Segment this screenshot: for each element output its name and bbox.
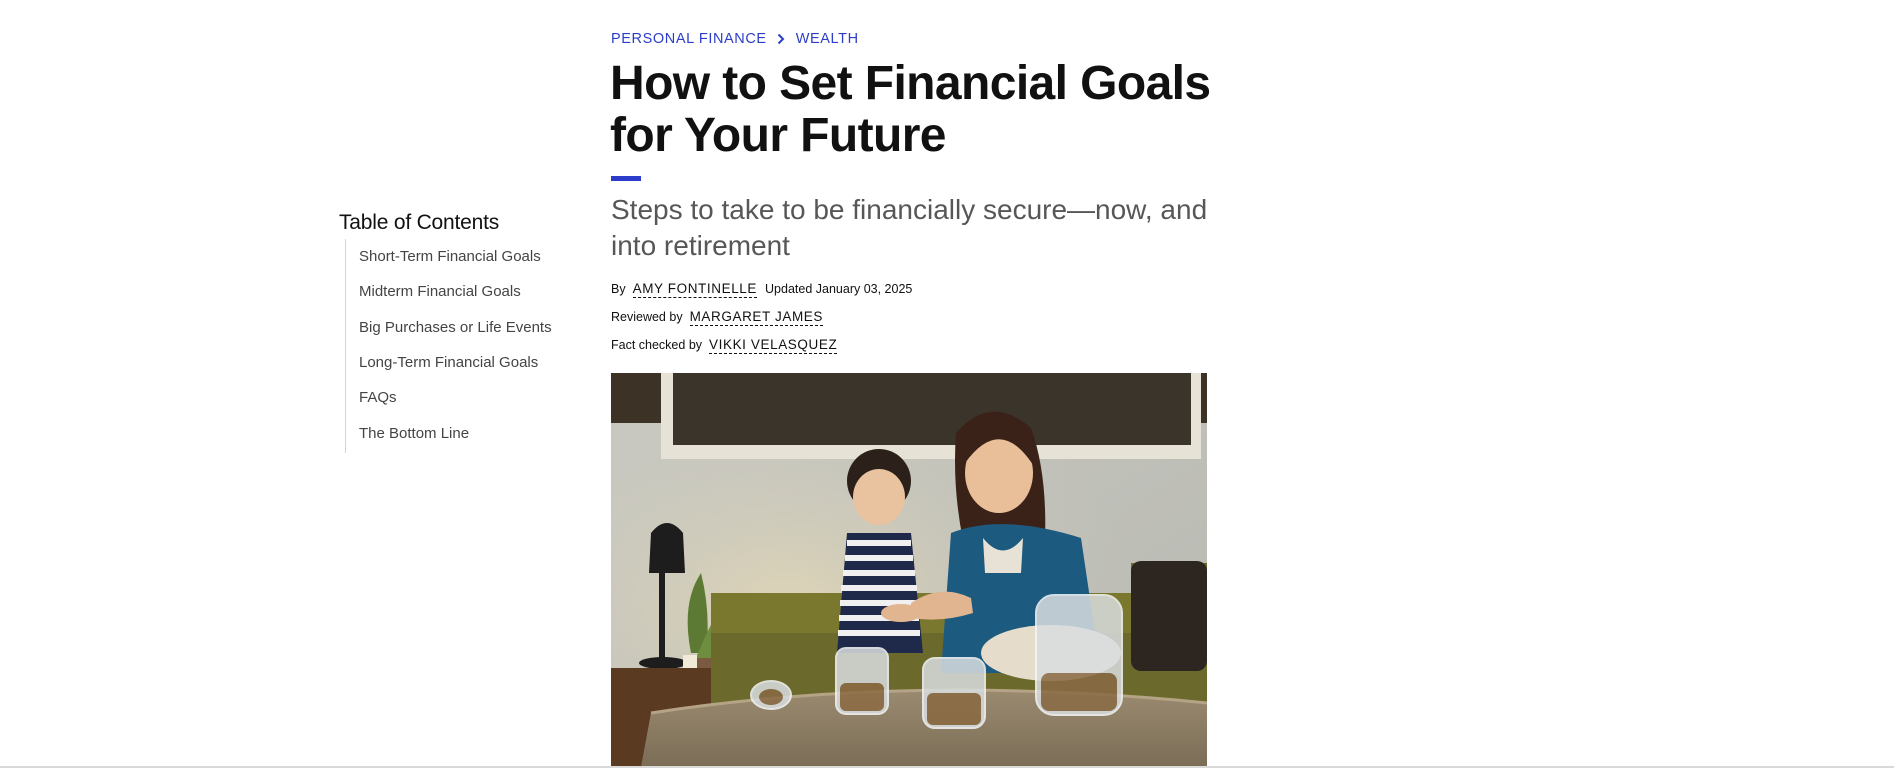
- author-link[interactable]: AMY FONTINELLE: [632, 281, 758, 298]
- toc-item: The Bottom Line: [346, 415, 579, 450]
- breadcrumb-link-personal-finance[interactable]: PERSONAL FINANCE: [611, 31, 767, 47]
- toc-link-bottom-line[interactable]: The Bottom Line: [359, 425, 469, 442]
- hero-image: [611, 373, 1207, 767]
- reviewed-by-label: Reviewed by: [611, 310, 683, 324]
- fact-checker-link[interactable]: VIKKI VELASQUEZ: [709, 337, 838, 354]
- toc-list: Short-Term Financial Goals Midterm Finan…: [345, 239, 579, 453]
- fact-checked-by-label: Fact checked by: [611, 338, 703, 352]
- toc-item: Midterm Financial Goals: [346, 274, 579, 309]
- page-subtitle: Steps to take to be financially secure—n…: [611, 194, 1208, 261]
- toc-item: FAQs: [346, 380, 579, 415]
- byline-reviewer-row: Reviewed by MARGARET JAMES: [611, 309, 823, 326]
- table-of-contents: Table of Contents Short-Term Financial G…: [339, 210, 579, 453]
- toc-link-big-purchases[interactable]: Big Purchases or Life Events: [359, 319, 552, 336]
- toc-item: Short-Term Financial Goals: [346, 239, 579, 274]
- toc-item: Big Purchases or Life Events: [346, 310, 579, 345]
- byline-author-row: By AMY FONTINELLE Updated January 03, 20…: [611, 281, 912, 298]
- toc-heading: Table of Contents: [339, 211, 500, 234]
- breadcrumb-link-wealth[interactable]: WEALTH: [796, 31, 859, 47]
- page-title: How to Set Financial Goals for Your Futu…: [610, 57, 1211, 162]
- reviewer-link[interactable]: MARGARET JAMES: [689, 309, 823, 326]
- toc-link-short-term[interactable]: Short-Term Financial Goals: [359, 248, 541, 265]
- by-label: By: [611, 282, 626, 296]
- toc-link-long-term[interactable]: Long-Term Financial Goals: [359, 354, 538, 371]
- toc-item: Long-Term Financial Goals: [346, 345, 579, 380]
- byline-fact-checker-row: Fact checked by VIKKI VELASQUEZ: [611, 337, 838, 354]
- page-divider: [0, 766, 1894, 768]
- toc-link-faqs[interactable]: FAQs: [359, 389, 397, 406]
- chevron-right-icon: [775, 32, 787, 46]
- toc-link-midterm[interactable]: Midterm Financial Goals: [359, 283, 521, 300]
- updated-date: Updated January 03, 2025: [765, 282, 913, 296]
- breadcrumb: PERSONAL FINANCE WEALTH: [611, 31, 859, 47]
- title-accent-rule: [611, 176, 641, 181]
